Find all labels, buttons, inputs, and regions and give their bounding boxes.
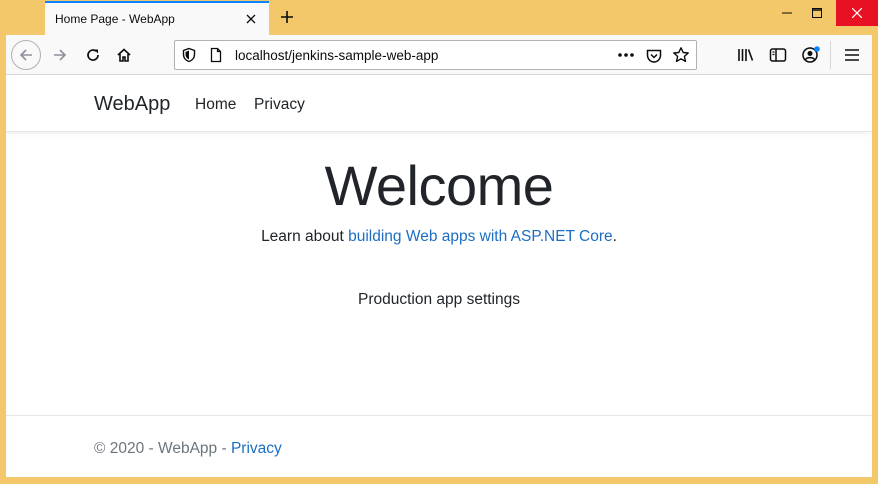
app-settings-text: Production app settings xyxy=(358,291,520,308)
page-title: Welcome xyxy=(324,154,554,217)
page-info-icon[interactable] xyxy=(208,47,224,63)
page-actions-icon[interactable] xyxy=(616,46,636,64)
site-footer: © 2020 - WebApp - Privacy xyxy=(6,415,872,477)
browser-window: Home Page - WebApp localhost/jenkins-sam… xyxy=(0,0,878,484)
tracking-shield-icon[interactable] xyxy=(181,47,197,63)
nav-link-privacy[interactable]: Privacy xyxy=(254,96,305,114)
minimize-icon[interactable] xyxy=(772,0,802,26)
address-bar[interactable]: localhost/jenkins-sample-web-app xyxy=(174,40,697,70)
sidebar-icon[interactable] xyxy=(768,45,788,65)
learn-suffix: . xyxy=(612,228,617,245)
learn-paragraph: Learn about building Web apps with ASP.N… xyxy=(6,228,872,246)
library-icon[interactable] xyxy=(736,45,756,65)
pocket-icon[interactable] xyxy=(645,47,663,65)
home-icon[interactable] xyxy=(109,40,139,70)
close-window-icon[interactable] xyxy=(836,0,878,26)
footer-privacy-link[interactable]: Privacy xyxy=(231,440,282,457)
hamburger-menu-icon[interactable] xyxy=(842,45,862,65)
url-text: localhost/jenkins-sample-web-app xyxy=(235,48,439,63)
footer-text: © 2020 - WebApp - Privacy xyxy=(94,440,282,458)
close-tab-icon[interactable] xyxy=(243,11,259,27)
tab-home-page[interactable]: Home Page - WebApp xyxy=(45,1,269,35)
aspnet-core-link[interactable]: building Web apps with ASP.NET Core xyxy=(348,228,613,245)
tab-title: Home Page - WebApp xyxy=(55,12,175,26)
learn-prefix: Learn about xyxy=(261,228,349,245)
site-brand[interactable]: WebApp xyxy=(94,93,170,116)
footer-copyright: © 2020 - WebApp - xyxy=(94,440,231,457)
reload-icon[interactable] xyxy=(78,40,108,70)
nav-link-home[interactable]: Home xyxy=(195,96,236,114)
site-navbar: WebApp Home Privacy xyxy=(6,75,872,132)
back-icon[interactable] xyxy=(11,40,41,70)
toolbar-divider xyxy=(830,41,831,69)
maximize-icon[interactable] xyxy=(802,0,832,26)
account-icon[interactable] xyxy=(801,45,821,65)
new-tab-icon[interactable] xyxy=(276,6,298,28)
forward-icon[interactable] xyxy=(45,40,75,70)
bookmark-star-icon[interactable] xyxy=(672,46,690,64)
page-viewport: WebApp Home Privacy Welcome Learn about … xyxy=(6,75,872,477)
browser-toolbar: localhost/jenkins-sample-web-app xyxy=(6,35,872,75)
tab-strip: Home Page - WebApp xyxy=(0,0,878,35)
